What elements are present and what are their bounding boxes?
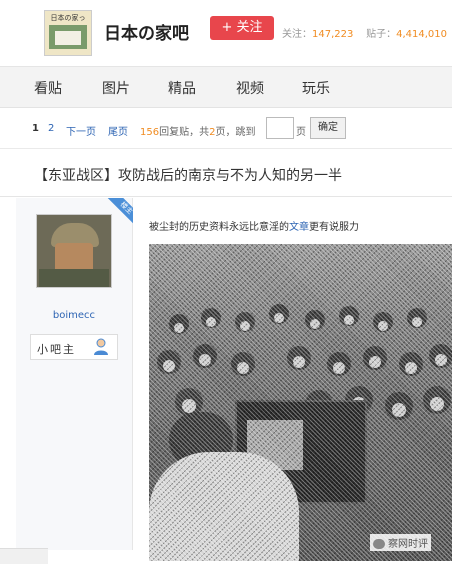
posts-count: 4,414,010 (396, 29, 447, 40)
post-text-before: 被尘封的历史资料永远比意淫的 (149, 222, 289, 233)
post-text-after: 更有说服力 (309, 222, 359, 233)
house-image (49, 25, 87, 49)
forum-logo[interactable]: 日本の家っ (44, 10, 92, 56)
pages-label: 页，跳到 (215, 127, 256, 138)
reply-count: 156 (140, 127, 160, 138)
post-photo[interactable] (149, 244, 452, 561)
post-text-link[interactable]: 文章 (289, 222, 309, 233)
page-current: 1 (32, 123, 39, 134)
post-title: 【东亚战区】攻防战后的南京与不为人知的另一半 (34, 168, 342, 184)
author-sidebar: boimecc 小吧主 (16, 198, 133, 550)
page-jump-input[interactable] (266, 117, 294, 139)
op-ribbon-label: 楼主 (106, 198, 134, 228)
bottom-strip (0, 548, 48, 564)
reply-summary: 156回复贴，共2页，跳到 (140, 123, 255, 138)
badge-label: 小吧主 (37, 343, 76, 356)
nav-item-featured[interactable]: 精品 (168, 78, 196, 98)
forum-name[interactable]: 日本の家吧 (104, 19, 189, 44)
avatar[interactable] (36, 214, 112, 288)
author-username[interactable]: boimecc (16, 310, 132, 321)
watermark-label: 察网时评 (388, 539, 428, 550)
follow-button[interactable]: + 关注 (210, 16, 274, 40)
page-unit: 页 (296, 127, 306, 138)
photo-grain (149, 244, 452, 561)
nav-item-images[interactable]: 图片 (102, 78, 130, 98)
followers-label: 关注： (282, 29, 312, 40)
forum-header: 日本の家っ 日本の家吧 + 关注 关注：147,223 贴子：4,414,010 (0, 0, 452, 67)
wechat-icon (373, 539, 385, 549)
user-icon (94, 338, 108, 355)
post-text: 被尘封的历史资料永远比意淫的文章更有说服力 (149, 218, 359, 233)
nav-item-fun[interactable]: 玩乐 (302, 78, 330, 98)
moderator-badge: 小吧主 (30, 334, 118, 360)
forum-nav: 看贴 图片 精品 视频 玩乐 (0, 67, 452, 108)
post-content: 被尘封的历史资料永远比意淫的文章更有说服力 (133, 198, 452, 563)
nav-item-posts[interactable]: 看贴 (34, 78, 62, 98)
nav-item-videos[interactable]: 视频 (236, 78, 264, 98)
followers-count: 147,223 (312, 29, 354, 40)
logo-text: 日本の家っ (50, 14, 86, 22)
forum-stats: 关注：147,223 贴子：4,414,010 (282, 25, 447, 40)
confirm-button[interactable]: 确定 (310, 117, 346, 139)
posts-label: 贴子： (366, 29, 397, 40)
next-page-link[interactable]: 下一页 (66, 123, 96, 138)
post-title-bar: 【东亚战区】攻防战后的南京与不为人知的另一半 (0, 150, 452, 197)
pagination-bar: 1 2 下一页 尾页 156回复贴，共2页，跳到 页 确定 (0, 108, 452, 149)
page-2-link[interactable]: 2 (48, 123, 54, 134)
op-ribbon: 楼主 (102, 198, 134, 230)
avatar-body (39, 269, 109, 287)
source-watermark: 察网时评 (370, 534, 431, 551)
last-page-link[interactable]: 尾页 (108, 123, 128, 138)
reply-label: 回复贴，共 (159, 127, 210, 138)
